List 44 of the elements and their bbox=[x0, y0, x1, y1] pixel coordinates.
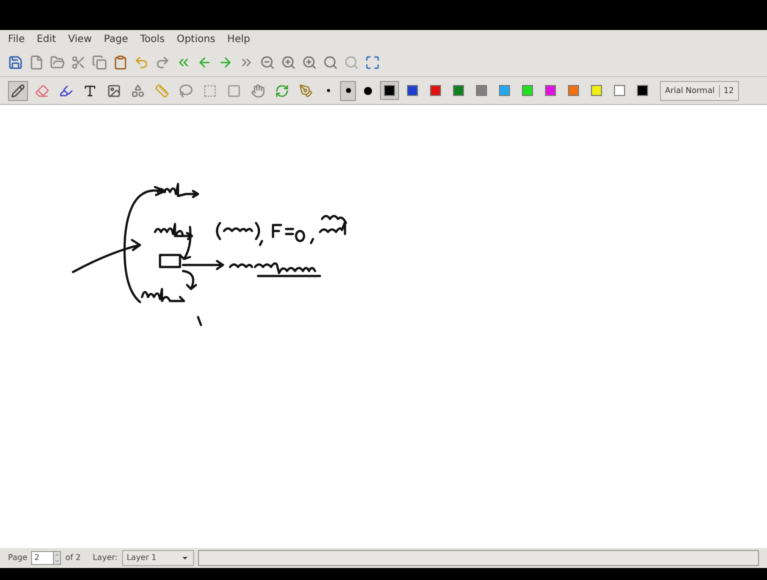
text-icon bbox=[83, 84, 97, 98]
zoom-out-icon[interactable] bbox=[260, 55, 275, 70]
pen-size-button[interactable] bbox=[340, 80, 356, 100]
page-total: of 2 bbox=[65, 552, 81, 564]
menu-item[interactable]: Help bbox=[227, 32, 250, 47]
shapes-icon bbox=[131, 84, 145, 98]
pencil-tool[interactable] bbox=[8, 80, 28, 100]
pencil-icon bbox=[11, 84, 25, 98]
color-swatch[interactable] bbox=[380, 81, 399, 100]
page-label: Page bbox=[8, 552, 28, 564]
menu-item[interactable]: File bbox=[8, 32, 25, 47]
clipboard-icon[interactable] bbox=[113, 55, 128, 70]
hand-icon bbox=[251, 84, 265, 98]
menu-item[interactable]: View bbox=[68, 32, 92, 47]
fullscreen-icon[interactable] bbox=[365, 55, 380, 70]
eraser-icon bbox=[35, 84, 49, 98]
search-icon[interactable] bbox=[323, 55, 338, 70]
lasso-icon bbox=[179, 84, 193, 98]
arrow-right-icon[interactable] bbox=[218, 55, 233, 70]
search-icon[interactable] bbox=[344, 55, 359, 70]
dropdown-arrow-icon bbox=[180, 554, 189, 562]
folder-icon[interactable] bbox=[50, 55, 65, 70]
highlighter-icon bbox=[59, 84, 73, 98]
copy-icon[interactable] bbox=[92, 55, 107, 70]
undo-icon[interactable] bbox=[134, 55, 149, 70]
refresh-icon bbox=[275, 84, 289, 98]
save-icon[interactable] bbox=[8, 55, 23, 70]
page-spinner[interactable]: 2 bbox=[31, 551, 62, 565]
zoom-in-icon[interactable] bbox=[302, 55, 317, 70]
menu-item[interactable]: Tools bbox=[140, 32, 165, 47]
menu-item[interactable]: Page bbox=[104, 32, 128, 47]
new-page-icon[interactable] bbox=[29, 55, 44, 70]
layer-dropdown[interactable]: Layer 1 bbox=[122, 550, 194, 566]
select-rectangle-icon bbox=[203, 84, 217, 98]
layer-label: Layer: bbox=[92, 552, 118, 564]
zoom-in-icon[interactable] bbox=[281, 55, 296, 70]
menu-item[interactable]: Options bbox=[176, 32, 216, 47]
redo-icon[interactable] bbox=[155, 55, 170, 70]
scissors-icon[interactable] bbox=[71, 55, 86, 70]
pen-icon bbox=[299, 84, 313, 98]
menu-item[interactable]: Edit bbox=[36, 32, 56, 47]
ruler-icon bbox=[155, 84, 169, 98]
image-icon bbox=[107, 84, 121, 98]
font-button[interactable]: Arial Normal 12 bbox=[660, 80, 739, 100]
